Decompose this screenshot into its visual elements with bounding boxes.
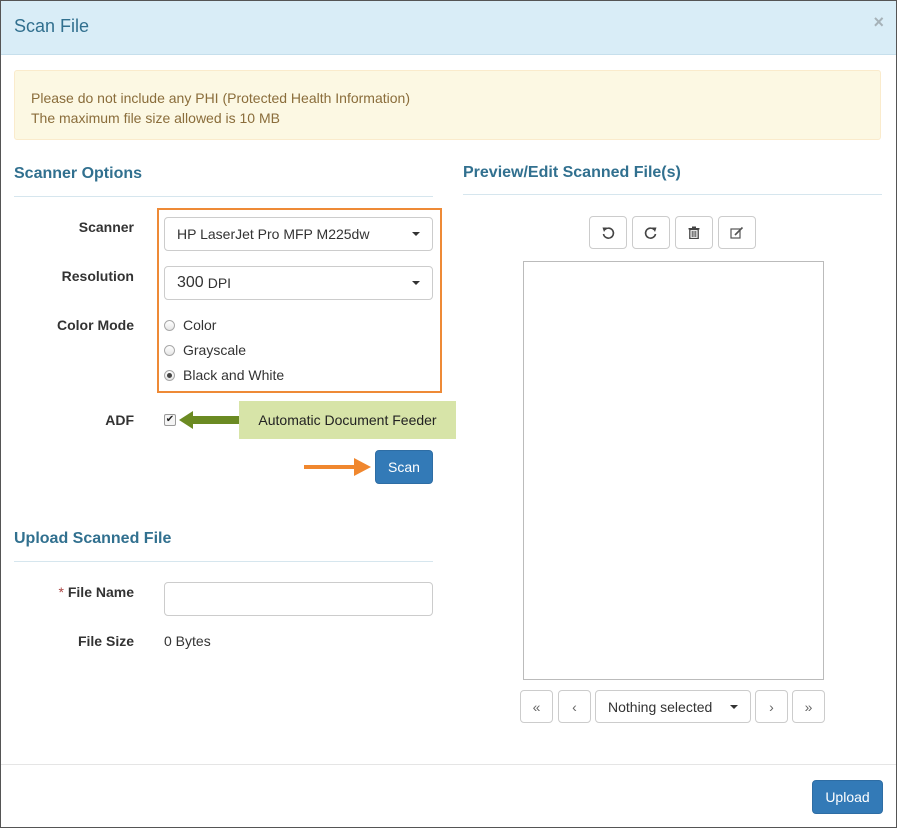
file-name-label-text: File Name <box>67 584 134 600</box>
radio-black-and-white[interactable] <box>164 369 175 381</box>
caret-down-icon <box>412 281 420 285</box>
resolution-unit: DPI <box>207 275 232 291</box>
arrow-left-icon <box>179 411 239 429</box>
color-mode-option-grayscale[interactable]: Grayscale <box>164 342 246 358</box>
rotate-right-icon <box>644 226 657 239</box>
color-mode-option-color[interactable]: Color <box>164 317 216 333</box>
adf-checkbox[interactable]: ✔ <box>164 414 176 426</box>
alert-line-phi: Please do not include any PHI (Protected… <box>31 90 410 106</box>
divider <box>463 194 882 195</box>
trash-icon <box>688 226 700 239</box>
scanner-select-value: HP LaserJet Pro MFP M225dw <box>177 226 370 242</box>
edit-icon <box>730 226 744 239</box>
caret-down-icon <box>412 232 420 236</box>
last-page-button[interactable]: » <box>792 690 825 723</box>
arrow-right-icon <box>304 458 371 476</box>
caret-down-icon <box>730 704 738 709</box>
phi-warning-alert: Please do not include any PHI (Protected… <box>14 70 881 140</box>
divider <box>14 561 433 562</box>
footer-divider <box>1 764 896 765</box>
radio-label: Color <box>183 317 217 333</box>
preview-title: Preview/Edit Scanned File(s) <box>463 164 681 181</box>
adf-label: ADF <box>105 412 134 428</box>
color-mode-option-black-and-white[interactable]: Black and White <box>164 367 284 383</box>
resolution-label: Resolution <box>61 268 134 284</box>
radio-label: Black and White <box>183 367 285 383</box>
scanner-label: Scanner <box>78 219 134 235</box>
resolution-select[interactable]: 300 DPI <box>164 266 433 300</box>
adf-callout: Automatic Document Feeder <box>239 401 456 439</box>
edit-button[interactable] <box>718 216 756 249</box>
previous-page-button[interactable]: ‹ <box>558 690 591 723</box>
scan-button[interactable]: Scan <box>375 450 433 484</box>
page-select[interactable]: Nothing selected <box>595 690 751 723</box>
delete-button[interactable] <box>675 216 713 249</box>
file-name-label: * File Name <box>14 584 134 600</box>
color-mode-label: Color Mode <box>57 317 134 333</box>
modal-header: Scan File × <box>1 1 896 55</box>
scan-file-modal: Scan File × Please do not include any PH… <box>0 0 897 828</box>
scanner-options-title: Scanner Options <box>14 165 143 182</box>
divider <box>14 196 433 197</box>
close-icon[interactable]: × <box>873 12 884 33</box>
rotate-right-button[interactable] <box>632 216 670 249</box>
file-name-input[interactable] <box>164 582 433 616</box>
radio-label: Grayscale <box>183 342 247 358</box>
upload-scanned-file-title: Upload Scanned File <box>14 530 172 547</box>
upload-button[interactable]: Upload <box>812 780 883 814</box>
page-select-value: Nothing selected <box>608 698 713 715</box>
resolution-number: 300 <box>177 274 204 291</box>
chevron-right-icon: › <box>769 698 774 715</box>
file-size-label: File Size <box>77 633 134 649</box>
rotate-left-icon <box>602 226 615 239</box>
chevron-left-icon: ‹ <box>572 698 577 715</box>
scan-preview-area[interactable] <box>523 261 824 680</box>
modal-title: Scan File <box>14 16 90 36</box>
required-mark: * <box>58 584 64 600</box>
first-page-button[interactable]: « <box>520 690 553 723</box>
rotate-left-button[interactable] <box>589 216 627 249</box>
alert-line-size: The maximum file size allowed is 10 MB <box>31 110 280 126</box>
file-size-value: 0 Bytes <box>164 633 211 649</box>
next-page-button[interactable]: › <box>755 690 788 723</box>
scanner-select[interactable]: HP LaserJet Pro MFP M225dw <box>164 217 433 251</box>
double-chevron-right-icon: » <box>804 698 813 715</box>
radio-color[interactable] <box>164 319 175 331</box>
double-chevron-left-icon: « <box>532 698 541 715</box>
radio-grayscale[interactable] <box>164 344 175 356</box>
